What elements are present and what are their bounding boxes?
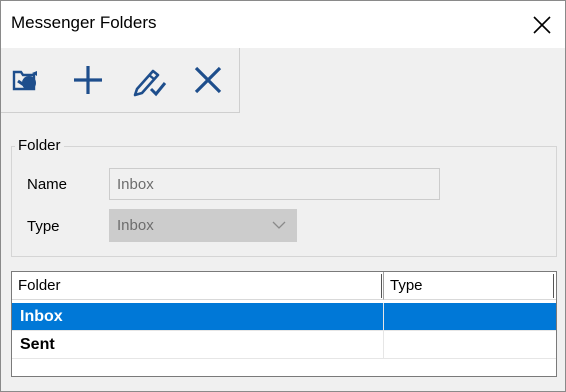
add-button[interactable] [68,60,108,100]
close-icon [533,15,551,34]
row-type-cell [384,331,556,359]
table-row[interactable]: Sent [12,331,556,359]
chevron-down-icon [272,221,286,229]
column-header-folder[interactable]: Folder [12,272,384,300]
table-row[interactable]: Inbox [12,303,556,331]
plus-icon [74,66,102,94]
messenger-folders-window: Messenger Folders Folder Name Inbox Type… [0,0,566,392]
pencil-check-icon [133,69,167,97]
folder-sync-icon [12,70,37,91]
row-folder-cell: Sent [12,331,384,359]
column-header-type[interactable]: Type [384,272,556,300]
column-divider[interactable] [553,274,554,298]
row-folder-cell: Inbox [12,303,384,331]
type-select-value: Inbox [117,217,154,234]
type-label: Type [27,218,60,235]
edit-button[interactable] [129,60,169,100]
type-select[interactable]: Inbox [109,209,297,242]
name-label: Name [27,176,68,193]
close-button[interactable] [519,1,565,48]
x-icon [194,66,222,94]
folders-grid[interactable]: Folder Type Inbox Sent [11,271,557,377]
folder-group-legend: Folder [15,137,64,154]
name-field[interactable] [109,168,440,200]
grid-header: Folder Type [12,272,556,300]
toolbar [1,48,240,113]
row-type-cell [384,303,556,331]
window-title: Messenger Folders [11,13,157,32]
delete-button[interactable] [188,60,228,100]
folder-sync-button[interactable] [7,60,47,100]
title-bar: Messenger Folders [1,1,565,48]
column-divider[interactable] [381,274,382,298]
